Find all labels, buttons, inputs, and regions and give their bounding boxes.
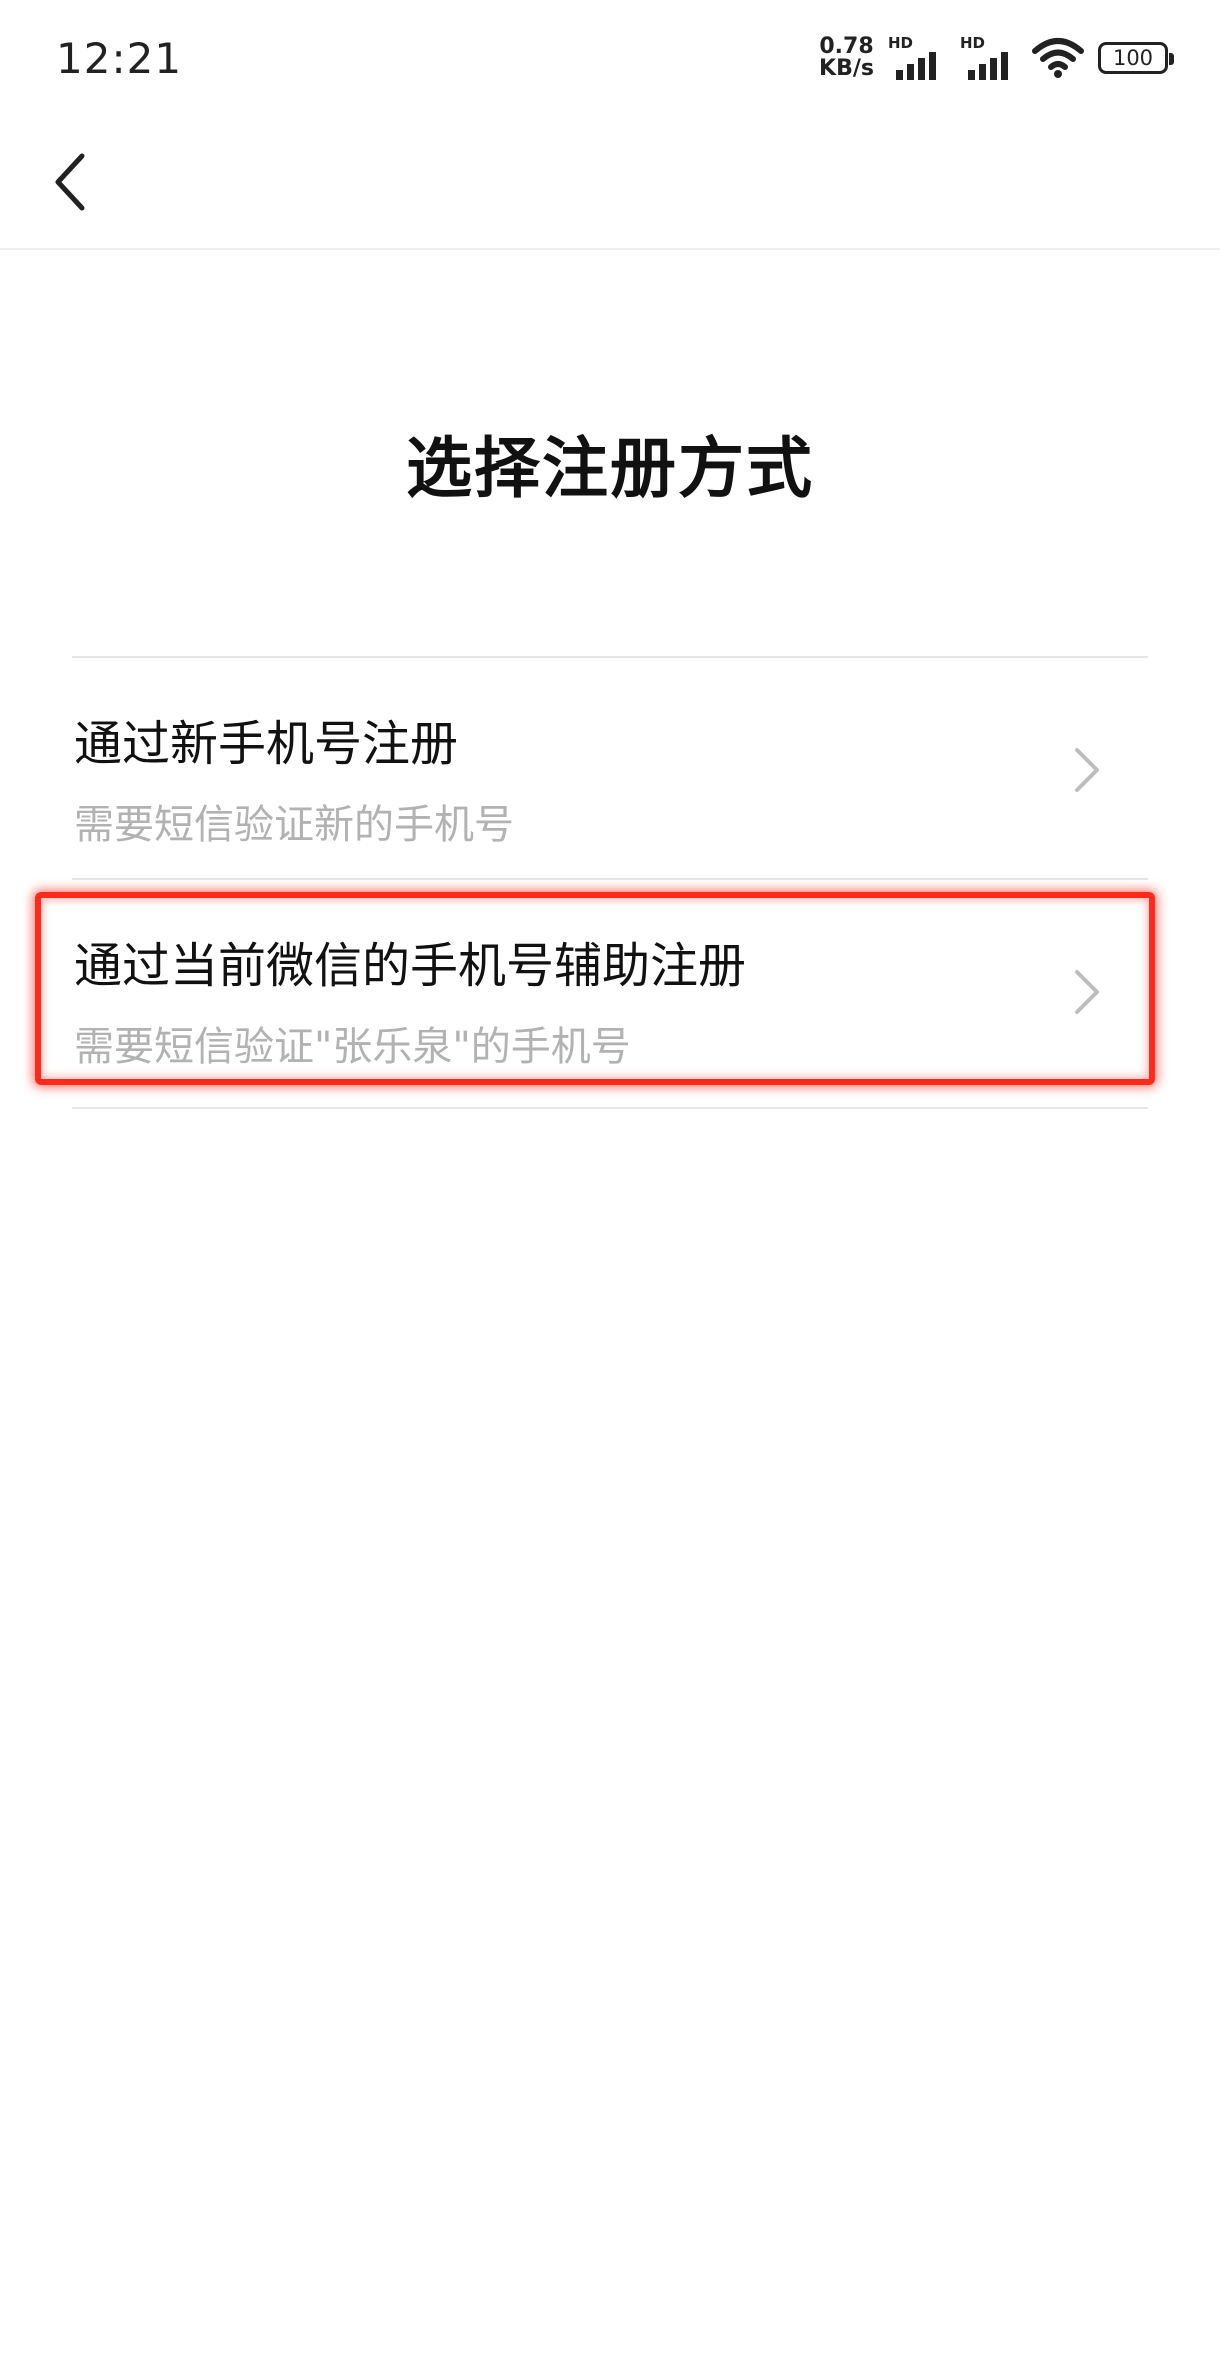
status-bar: 12:21 0.78 KB/s HD HD 100 [0, 0, 1220, 118]
sim1-signal-icon: HD [888, 34, 946, 80]
nav-bar [0, 118, 1220, 250]
wifi-icon [1032, 38, 1084, 78]
option-title: 通过新手机号注册 [74, 716, 459, 772]
chevron-left-icon [55, 153, 85, 211]
battery-icon: 100 [1098, 42, 1174, 74]
option-description: 需要短信验证"张乐泉"的手机号 [74, 1024, 631, 1070]
sim2-signal-icon: HD [960, 34, 1018, 80]
chevron-right-icon [1075, 748, 1099, 792]
option-description: 需要短信验证新的手机号 [74, 802, 514, 848]
chevron-right-icon [1075, 970, 1099, 1014]
back-button[interactable] [30, 142, 110, 222]
network-speed-unit: KB/s [819, 56, 874, 81]
page-title: 选择注册方式 [406, 430, 814, 507]
option-title: 通过当前微信的手机号辅助注册 [74, 938, 747, 994]
register-current-wechat-phone-option[interactable]: 通过当前微信的手机号辅助注册 需要短信验证"张乐泉"的手机号 [72, 880, 1148, 1102]
network-speed: 0.78 KB/s [819, 36, 874, 80]
status-icons: 0.78 KB/s HD HD 100 [819, 34, 1174, 80]
list-divider [72, 1107, 1148, 1109]
status-time: 12:21 [56, 34, 183, 83]
battery-level: 100 [1112, 46, 1154, 70]
registration-options-list: 通过新手机号注册 需要短信验证新的手机号 通过当前微信的手机号辅助注册 需要短信… [72, 656, 1148, 1102]
network-speed-value: 0.78 [819, 34, 874, 59]
register-new-phone-option[interactable]: 通过新手机号注册 需要短信验证新的手机号 [72, 658, 1148, 880]
